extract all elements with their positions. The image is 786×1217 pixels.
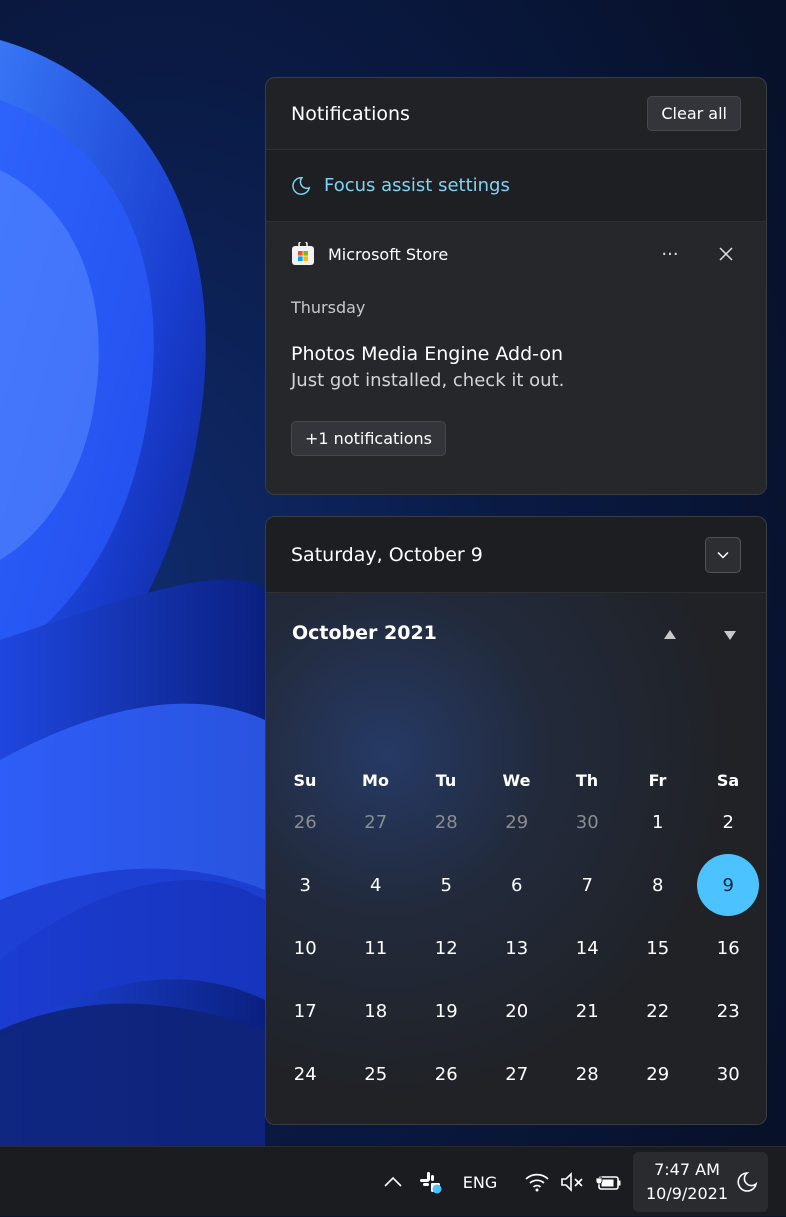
calendar-day[interactable]: 5 xyxy=(415,854,477,916)
calendar-day[interactable]: 12 xyxy=(415,917,477,979)
calendar-panel: Saturday, October 9 October 2021 Su Mo Tu W… xyxy=(265,516,767,1125)
more-notifications-button[interactable]: +1 notifications xyxy=(291,421,446,456)
calendar-day[interactable]: 26 xyxy=(274,791,336,853)
calendar-header: Saturday, October 9 xyxy=(266,517,766,593)
weekday-label: Sa xyxy=(716,771,740,790)
wifi-icon xyxy=(525,1173,549,1192)
moon-icon xyxy=(737,1172,758,1192)
notification-app-header: Microsoft Store ··· xyxy=(291,222,741,286)
calendar-day[interactable]: 26 xyxy=(415,1043,477,1105)
dismiss-notification-button[interactable] xyxy=(711,239,741,269)
weekday-label: Th xyxy=(575,771,599,790)
calendar-day[interactable]: 18 xyxy=(345,980,407,1042)
calendar-day[interactable]: 6 xyxy=(697,1106,759,1124)
calendar-day[interactable]: 2 xyxy=(697,791,759,853)
slack-tray-button[interactable] xyxy=(414,1147,446,1217)
clock-date: 10/9/2021 xyxy=(645,1184,729,1203)
notifications-header: Notifications Clear all xyxy=(266,78,766,150)
network-button[interactable] xyxy=(520,1147,554,1217)
calendar-day[interactable]: 1 xyxy=(627,791,689,853)
language-label: ENG xyxy=(462,1172,498,1192)
notification-card[interactable]: Microsoft Store ··· Thursday Photos Medi… xyxy=(266,222,766,494)
calendar-day[interactable]: 30 xyxy=(697,1043,759,1105)
chevron-down-icon xyxy=(717,551,729,559)
calendar-day[interactable]: 29 xyxy=(486,791,548,853)
moon-icon xyxy=(292,176,311,195)
clock-button[interactable]: 7:47 AM 10/9/2021 xyxy=(633,1152,768,1212)
volume-muted-icon xyxy=(561,1172,583,1192)
calendar-day[interactable]: 23 xyxy=(697,980,759,1042)
calendar-day[interactable]: 4 xyxy=(345,854,407,916)
calendar-day[interactable]: 17 xyxy=(274,980,336,1042)
close-icon xyxy=(719,247,733,261)
calendar-day[interactable]: 3 xyxy=(486,1106,548,1124)
calendar-day[interactable]: 2 xyxy=(415,1106,477,1124)
weekday-label: Mo xyxy=(362,771,389,790)
calendar-day[interactable]: 28 xyxy=(556,1043,618,1105)
calendar-day[interactable]: 28 xyxy=(415,791,477,853)
calendar-body: October 2021 Su Mo Tu We Th Fr Sa 26 27 28 29 30 1 2… xyxy=(266,593,766,1124)
calendar-day[interactable]: 20 xyxy=(486,980,548,1042)
calendar-day[interactable]: 25 xyxy=(345,1043,407,1105)
input-language-button[interactable]: ENG xyxy=(455,1147,505,1217)
next-month-button[interactable] xyxy=(718,623,742,647)
more-options-button[interactable]: ··· xyxy=(655,239,685,269)
notification-title: Photos Media Engine Add-on xyxy=(291,343,564,365)
battery-charging-icon xyxy=(595,1173,621,1190)
calendar-day[interactable]: 5 xyxy=(627,1106,689,1124)
battery-button[interactable] xyxy=(592,1147,626,1217)
weekday-label: We xyxy=(502,771,531,790)
calendar-day[interactable]: 10 xyxy=(274,917,336,979)
calendar-day[interactable]: 30 xyxy=(556,791,618,853)
previous-month-button[interactable] xyxy=(658,623,682,647)
calendar-day[interactable]: 19 xyxy=(415,980,477,1042)
calendar-current-date: Saturday, October 9 xyxy=(291,543,483,566)
chevron-up-icon xyxy=(384,1176,402,1187)
calendar-day[interactable]: 7 xyxy=(556,854,618,916)
calendar-day[interactable]: 8 xyxy=(627,854,689,916)
microsoft-store-icon xyxy=(292,242,314,265)
calendar-day[interactable]: 11 xyxy=(345,917,407,979)
calendar-day[interactable]: 21 xyxy=(556,980,618,1042)
calendar-day[interactable]: 15 xyxy=(627,917,689,979)
calendar-day[interactable]: 27 xyxy=(345,791,407,853)
taskbar: ENG 7:47 AM 10/9/2021 xyxy=(0,1146,786,1216)
clock-time: 7:47 AM xyxy=(654,1160,720,1179)
calendar-day[interactable]: 24 xyxy=(274,1043,336,1105)
calendar-month-label[interactable]: October 2021 xyxy=(292,622,437,644)
clear-all-button[interactable]: Clear all xyxy=(647,96,741,131)
calendar-day[interactable]: 31 xyxy=(274,1106,336,1124)
more-options-label: ··· xyxy=(661,243,679,265)
notifications-title: Notifications xyxy=(291,102,410,125)
caret-up-icon xyxy=(664,630,676,639)
weekday-label: Fr xyxy=(648,771,667,790)
calendar-day[interactable]: 13 xyxy=(486,917,548,979)
calendar-day[interactable]: 22 xyxy=(627,980,689,1042)
show-hidden-icons-button[interactable] xyxy=(379,1147,407,1217)
calendar-day[interactable]: 3 xyxy=(274,854,336,916)
calendar-day[interactable]: 6 xyxy=(486,854,548,916)
collapse-calendar-button[interactable] xyxy=(705,536,741,573)
calendar-day[interactable]: 29 xyxy=(627,1043,689,1105)
calendar-day[interactable]: 27 xyxy=(486,1043,548,1105)
weekday-label: Tu xyxy=(435,771,457,790)
volume-button[interactable] xyxy=(556,1147,588,1217)
calendar-day[interactable]: 4 xyxy=(556,1106,618,1124)
notification-app-name: Microsoft Store xyxy=(328,244,449,264)
calendar-day[interactable]: 14 xyxy=(556,917,618,979)
calendar-day[interactable]: 1 xyxy=(345,1106,407,1124)
notification-day: Thursday xyxy=(291,298,366,317)
slack-icon xyxy=(420,1172,442,1194)
notifications-panel: Notifications Clear all Focus assist set… xyxy=(265,77,767,495)
calendar-day[interactable]: 16 xyxy=(697,917,759,979)
focus-assist-settings-link[interactable]: Focus assist settings xyxy=(266,150,766,222)
focus-assist-label: Focus assist settings xyxy=(324,175,510,196)
calendar-day-selected[interactable]: 9 xyxy=(697,854,760,916)
weekday-label: Su xyxy=(293,771,317,790)
notification-body: Just got installed, check it out. xyxy=(291,370,565,391)
caret-down-icon xyxy=(724,631,736,640)
